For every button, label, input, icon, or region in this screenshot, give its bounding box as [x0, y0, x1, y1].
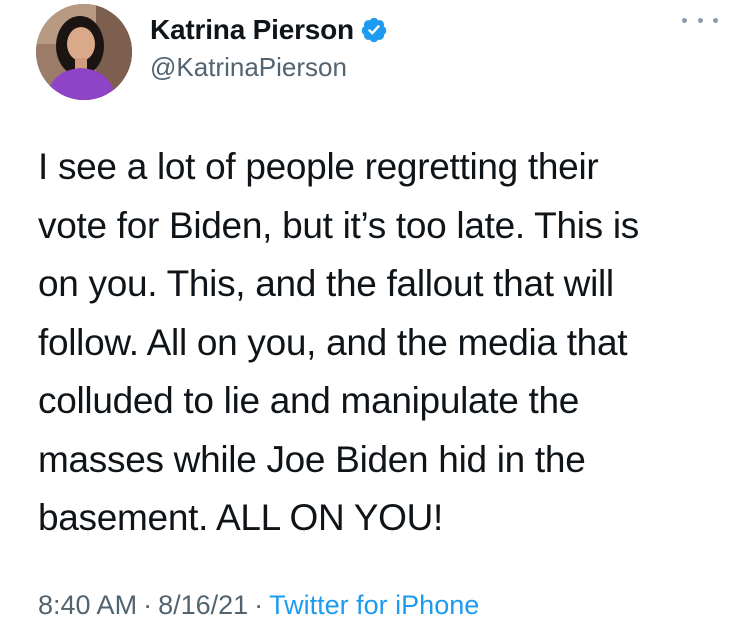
tweet-text-line: colluded to lie and manipulate the	[38, 380, 580, 421]
profile-photo-icon	[36, 4, 132, 100]
tweet-text-line: masses while Joe Biden hid in the	[38, 438, 586, 480]
tweet-text-line: I see a lot of people regretting their	[38, 146, 599, 187]
tweet-time[interactable]: 8:40 AM	[38, 590, 137, 621]
meta-separator: ·	[143, 590, 153, 620]
avatar[interactable]	[36, 4, 132, 100]
tweet-text-line: basement. ALL ON YOU!	[38, 497, 444, 538]
verified-badge-icon	[360, 16, 388, 44]
author-handle[interactable]: @KatrinaPierson	[150, 52, 347, 83]
more-dot	[697, 17, 703, 23]
author-display-name[interactable]: Katrina Pierson	[150, 14, 354, 46]
tweet-source-link[interactable]: Twitter for iPhone	[269, 590, 479, 621]
tweet-text-line: on you. This, and the fallout that will	[38, 263, 614, 304]
more-options-icon[interactable]	[682, 10, 718, 30]
tweet-text-line: follow. All on you, and the media that	[38, 321, 628, 363]
tweet-meta: 8:40 AM · 8/16/21 · Twitter for iPhone	[38, 590, 479, 621]
tweet-text: I see a lot of people regretting their v…	[38, 138, 728, 548]
more-dot	[713, 17, 718, 23]
more-dot	[682, 17, 687, 23]
author-name-row: Katrina Pierson	[150, 12, 388, 48]
meta-separator: ·	[254, 590, 264, 620]
tweet-card: Katrina Pierson @KatrinaPierson I see a …	[0, 0, 750, 632]
tweet-date[interactable]: 8/16/21	[158, 590, 248, 621]
tweet-text-line: vote for Biden, but it’s too late. This …	[38, 204, 639, 246]
